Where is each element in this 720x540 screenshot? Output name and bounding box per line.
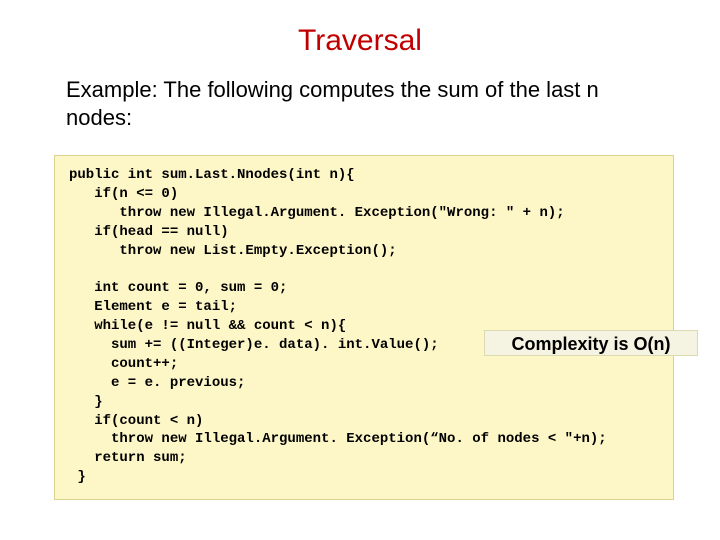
example-description: Example: The following computes the sum …: [66, 76, 660, 131]
code-listing: public int sum.Last.Nnodes(int n){ if(n …: [69, 166, 663, 487]
complexity-callout: Complexity is O(n): [484, 330, 698, 356]
slide: Traversal Example: The following compute…: [0, 0, 720, 540]
code-box: public int sum.Last.Nnodes(int n){ if(n …: [54, 155, 674, 500]
slide-title: Traversal: [0, 0, 720, 58]
